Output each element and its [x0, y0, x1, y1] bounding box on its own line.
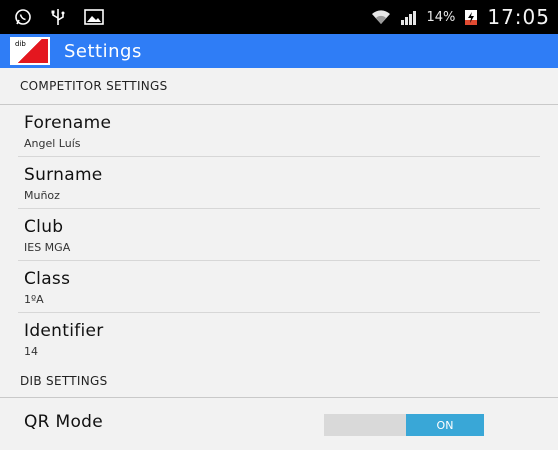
- settings-list: COMPETITOR SETTINGS Forename Angel Luís …: [0, 68, 558, 436]
- pref-title: Forename: [24, 113, 112, 133]
- usb-icon: [50, 8, 66, 26]
- battery-charging-icon: [463, 8, 479, 26]
- app-logo[interactable]: dib: [10, 37, 50, 65]
- qr-mode-switch[interactable]: ON: [324, 414, 484, 436]
- image-icon: [84, 9, 104, 25]
- pref-surname[interactable]: Surname Muñoz: [0, 157, 558, 209]
- action-bar: dib Settings: [0, 34, 558, 68]
- battery-percentage: 14%: [426, 9, 456, 25]
- pref-value: Angel Luís: [24, 137, 81, 150]
- pref-value: Muñoz: [24, 189, 60, 202]
- section-header-competitor: COMPETITOR SETTINGS: [0, 68, 558, 105]
- signal-icon: [400, 8, 418, 26]
- wifi-icon: [370, 8, 392, 26]
- pref-class[interactable]: Class 1ºA: [0, 261, 558, 313]
- pref-title: Identifier: [24, 321, 104, 341]
- pref-qr-mode[interactable]: QR Mode ON: [0, 398, 558, 450]
- qr-mode-label: QR Mode: [24, 412, 104, 432]
- pref-value: IES MGA: [24, 241, 71, 254]
- switch-on-thumb: ON: [406, 414, 484, 436]
- pref-value: 1ºA: [24, 293, 44, 306]
- clock: 17:05: [487, 5, 550, 29]
- pref-club[interactable]: Club IES MGA: [0, 209, 558, 261]
- page-title: Settings: [64, 40, 142, 62]
- app-logo-text: dib: [15, 40, 26, 48]
- section-header-dib: DIB SETTINGS: [0, 365, 558, 398]
- pref-title: Surname: [24, 165, 103, 185]
- pref-forename[interactable]: Forename Angel Luís: [0, 105, 558, 157]
- pref-value: 14: [24, 345, 38, 358]
- pref-title: Class: [24, 269, 71, 289]
- whatsapp-icon: [14, 8, 32, 26]
- pref-identifier[interactable]: Identifier 14: [0, 313, 558, 365]
- pref-title: Club: [24, 217, 64, 237]
- status-bar: 14% 17:05: [0, 0, 558, 34]
- switch-off-track: [324, 414, 406, 436]
